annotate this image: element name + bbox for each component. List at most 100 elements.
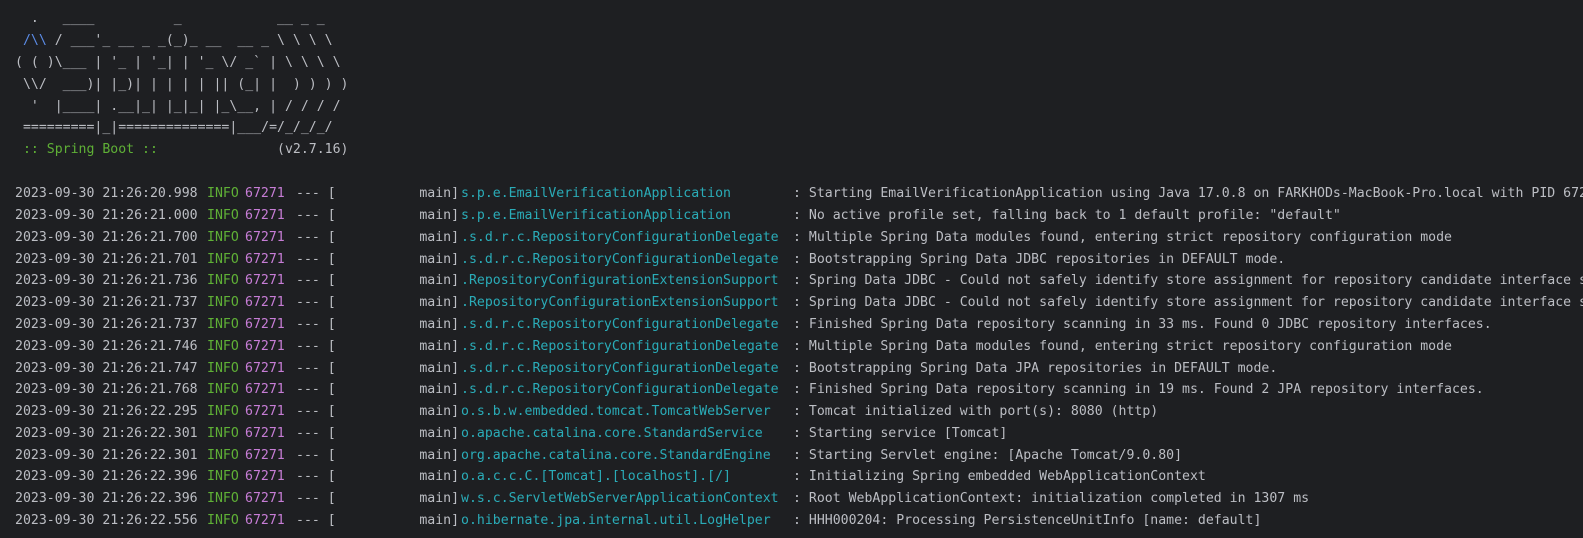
log-level: INFO [207,273,239,289]
log-separator: --- [ [296,316,336,332]
log-thread: main] [332,425,460,441]
log-pid: 67271 [245,295,285,311]
log-timestamp: 2023-09-30 21:26:22.295 [15,404,198,420]
log-thread: main] [332,316,460,332]
log-timestamp: 2023-09-30 21:26:20.998 [15,186,198,202]
log-timestamp: 2023-09-30 21:26:22.301 [15,447,198,463]
log-separator: --- [ [296,469,336,485]
spring-boot-version-line: :: Spring Boot :: (v2.7.16) [15,139,1583,161]
log-thread: main] [332,447,460,463]
log-separator: --- [ [296,491,336,507]
log-pid: 67271 [245,447,285,463]
log-pid: 67271 [245,186,285,202]
log-message: : Multiple Spring Data modules found, en… [793,338,1452,354]
log-message: : Starting EmailVerificationApplication … [793,186,1583,202]
log-message: : HHH000204: Processing PersistenceUnitI… [793,513,1262,529]
log-message: : Spring Data JDBC - Could not safely id… [793,295,1583,311]
log-separator: --- [ [296,404,336,420]
log-line: 2023-09-30 21:26:20.998 INFO 67271 --- [ ma… [15,183,1583,205]
log-logger: org.apache.catalina.core.StandardEngine [461,447,771,463]
log-logger: o.hibernate.jpa.internal.util.LogHelper [461,513,771,529]
log-thread: main] [332,273,460,289]
log-message: : Starting Servlet engine: [Apache Tomca… [793,447,1183,463]
log-separator: --- [ [296,186,336,202]
log-timestamp: 2023-09-30 21:26:21.737 [15,295,198,311]
log-pid: 67271 [245,491,285,507]
log-level: INFO [207,186,239,202]
log-logger: o.s.b.w.embedded.tomcat.TomcatWebServer [461,404,771,420]
log-pid: 67271 [245,382,285,398]
log-pid: 67271 [245,273,285,289]
log-line: 2023-09-30 21:26:22.301 INFO 67271 --- [ ma… [15,445,1583,467]
log-message: : Initializing Spring embedded WebApplic… [793,469,1206,485]
log-logger: s.p.e.EmailVerificationApplication [461,186,731,202]
log-pid: 67271 [245,338,285,354]
banner-line: . ____ _ __ _ _ [15,11,325,26]
log-level: INFO [207,207,239,223]
log-thread: main] [332,251,460,267]
log-timestamp: 2023-09-30 21:26:21.736 [15,273,198,289]
log-message: : Root WebApplicationContext: initializa… [793,491,1310,507]
log-thread: main] [332,382,460,398]
log-separator: --- [ [296,425,336,441]
log-thread: main] [332,295,460,311]
log-line: 2023-09-30 21:26:21.700 INFO 67271 --- [ ma… [15,227,1583,249]
log-timestamp: 2023-09-30 21:26:21.746 [15,338,198,354]
log-level: INFO [207,447,239,463]
log-level: INFO [207,513,239,529]
log-timestamp: 2023-09-30 21:26:21.747 [15,360,198,376]
log-level: INFO [207,469,239,485]
log-separator: --- [ [296,273,336,289]
log-logger: .s.d.r.c.RepositoryConfigurationDelegate [461,251,779,267]
log-lines: 2023-09-30 21:26:20.998 INFO 67271 --- [ ma… [15,183,1583,532]
log-line: 2023-09-30 21:26:21.747 INFO 67271 --- [ ma… [15,358,1583,380]
log-thread: main] [332,229,460,245]
log-thread: main] [332,513,460,529]
log-logger: o.a.c.c.C.[Tomcat].[localhost].[/] [461,469,731,485]
log-timestamp: 2023-09-30 21:26:21.700 [15,229,198,245]
banner-line: ( ( )\___ | '_ | '_| | '_ \/ _` | \ \ \ … [15,54,341,70]
log-logger: .s.d.r.c.RepositoryConfigurationDelegate [461,316,779,332]
log-timestamp: 2023-09-30 21:26:21.000 [15,207,198,223]
banner-line: /\\ / ___'_ __ _ _(_)_ __ __ _ \ \ \ \ [22,32,333,48]
log-line: 2023-09-30 21:26:21.736 INFO 67271 --- [ ma… [15,270,1583,292]
console-output[interactable]: . ____ _ __ _ _ /\\ / ___'_ __ _ _(_)_ _… [0,0,1583,538]
log-timestamp: 2023-09-30 21:26:21.737 [15,316,198,332]
log-level: INFO [207,360,239,376]
log-pid: 67271 [245,469,285,485]
log-logger: o.apache.catalina.core.StandardService [461,425,763,441]
log-message: : Bootstrapping Spring Data JDBC reposit… [793,251,1286,267]
log-logger: w.s.c.ServletWebServerApplicationContext [461,491,779,507]
log-timestamp: 2023-09-30 21:26:22.556 [15,513,198,529]
log-separator: --- [ [296,360,336,376]
log-line: 2023-09-30 21:26:21.746 INFO 67271 --- [ ma… [15,336,1583,358]
log-message: : Finished Spring Data repository scanni… [793,316,1492,332]
spring-boot-label: :: Spring Boot :: [15,142,166,158]
log-level: INFO [207,295,239,311]
log-thread: main] [332,186,460,202]
log-pid: 67271 [245,425,285,441]
log-timestamp: 2023-09-30 21:26:22.301 [15,425,198,441]
log-pid: 67271 [245,360,285,376]
log-timestamp: 2023-09-30 21:26:21.768 [15,382,198,398]
log-level: INFO [207,251,239,267]
spring-boot-version: (v2.7.16) [165,142,349,158]
log-line: 2023-09-30 21:26:22.295 INFO 67271 --- [ ma… [15,401,1583,423]
banner-line: ' |____| .__|_| |_|_| |_\__, | / / / / [15,98,341,114]
log-level: INFO [207,229,239,245]
log-level: INFO [207,316,239,332]
log-thread: main] [332,338,460,354]
log-pid: 67271 [245,316,285,332]
log-logger: .s.d.r.c.RepositoryConfigurationDelegate [461,229,779,245]
log-level: INFO [207,404,239,420]
log-message: : Bootstrapping Spring Data JPA reposito… [793,360,1278,376]
log-timestamp: 2023-09-30 21:26:21.701 [15,251,198,267]
log-thread: main] [332,207,460,223]
log-separator: --- [ [296,229,336,245]
log-thread: main] [332,360,460,376]
log-separator: --- [ [296,447,336,463]
log-separator: --- [ [296,295,336,311]
log-line: 2023-09-30 21:26:22.396 INFO 67271 --- [ ma… [15,488,1583,510]
log-pid: 67271 [245,229,285,245]
